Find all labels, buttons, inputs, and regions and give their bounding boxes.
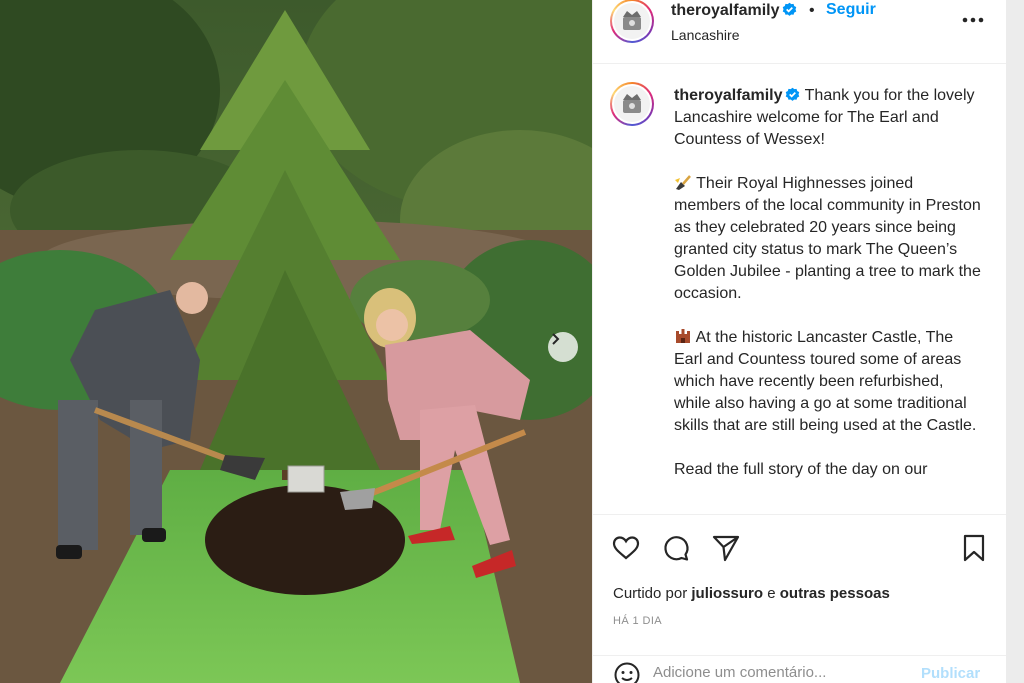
comment-input[interactable] xyxy=(653,664,893,681)
post-photo[interactable] xyxy=(0,0,592,683)
caption-paragraph-2: At the historic Lancaster Castle, The Ea… xyxy=(674,329,977,434)
header-username-link[interactable]: theroyalfamily xyxy=(671,2,797,20)
caption-username[interactable]: theroyalfamily xyxy=(674,87,782,104)
tree-planting-photo xyxy=(0,0,592,683)
castle-emoji-icon xyxy=(676,329,690,343)
verified-badge-icon xyxy=(786,87,800,101)
royal-crest-icon xyxy=(623,94,641,113)
liked-by-user[interactable]: juliossuro xyxy=(691,585,763,602)
post-header: theroyalfamily • Seguir Lancashire xyxy=(593,0,1007,64)
post-caption: theroyalfamily Thank you for the lovely … xyxy=(674,85,984,481)
royal-crest-icon xyxy=(623,11,641,30)
share-icon[interactable] xyxy=(711,533,741,563)
page-background-edge xyxy=(1006,0,1024,683)
more-options-icon[interactable] xyxy=(959,10,987,30)
post-actions: Curtido por juliossuro e outras pessoas … xyxy=(593,514,1007,683)
caption-paragraph-1: Their Royal Highnesses joined members of… xyxy=(674,175,981,302)
follow-button[interactable]: Seguir xyxy=(826,1,876,19)
emoji-icon[interactable] xyxy=(613,661,641,683)
verified-badge-icon xyxy=(783,2,797,16)
shovel-emoji-icon xyxy=(675,175,691,190)
location-link[interactable]: Lancashire xyxy=(671,27,740,43)
next-arrow-icon xyxy=(552,333,560,345)
header-avatar[interactable] xyxy=(610,0,654,43)
caption-paragraph-3: Read the full story of the day on our xyxy=(674,461,928,478)
add-comment-bar: Publicar xyxy=(593,655,1007,683)
caption-avatar[interactable] xyxy=(610,82,654,126)
liked-by-others[interactable]: outras pessoas xyxy=(780,585,890,602)
comments-area[interactable]: theroyalfamily Thank you for the lovely … xyxy=(593,65,1007,513)
next-image-button[interactable] xyxy=(548,332,578,362)
comment-icon[interactable] xyxy=(661,533,691,563)
likes-summary: Curtido por juliossuro e outras pessoas xyxy=(613,585,890,602)
heart-icon[interactable] xyxy=(611,533,641,563)
instagram-post-modal: theroyalfamily • Seguir Lancashire thero… xyxy=(0,0,1007,683)
post-timestamp[interactable]: HÁ 1 DIA xyxy=(613,615,662,627)
header-separator: • xyxy=(809,2,815,19)
bookmark-icon[interactable] xyxy=(959,533,989,563)
post-side-panel: theroyalfamily • Seguir Lancashire thero… xyxy=(592,0,1007,683)
publish-button[interactable]: Publicar xyxy=(921,665,980,682)
